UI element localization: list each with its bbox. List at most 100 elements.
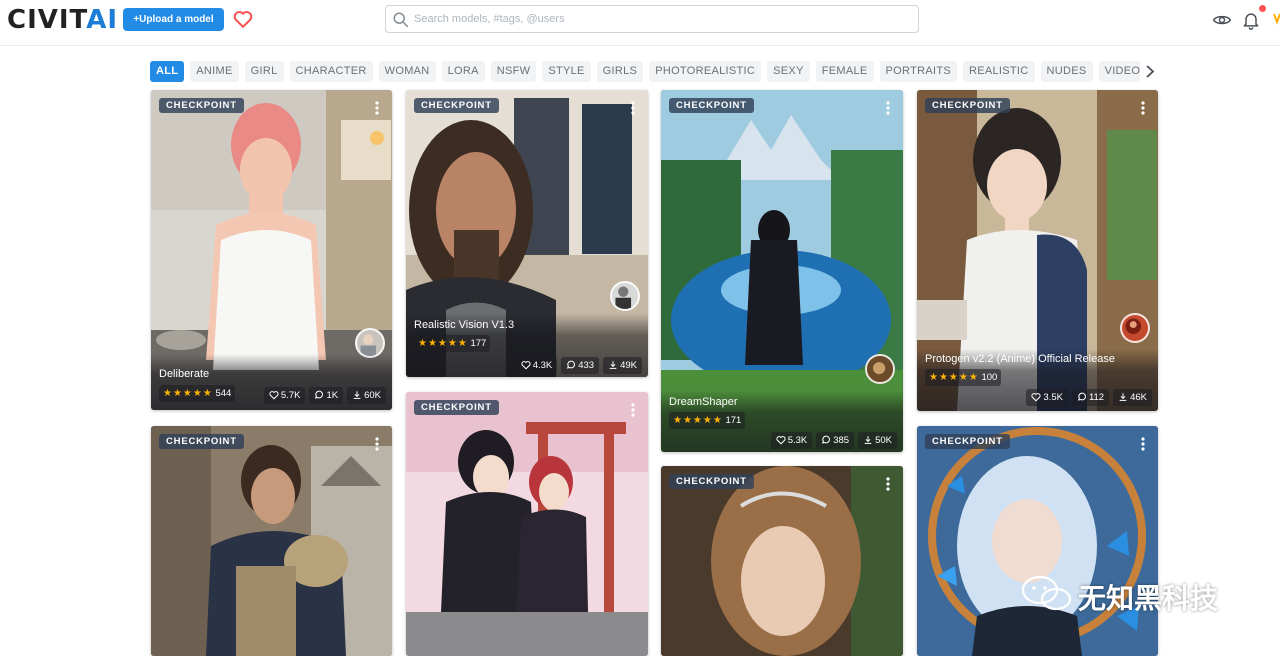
downloads-stat: 60K bbox=[347, 387, 386, 404]
wechat-icon bbox=[1021, 575, 1072, 611]
dots-vertical-icon[interactable] bbox=[370, 100, 384, 116]
tag-lora[interactable]: LORA bbox=[441, 61, 485, 82]
download-icon bbox=[609, 361, 617, 369]
likes-stat: 5.7K bbox=[263, 387, 306, 404]
tag-female[interactable]: FEMALE bbox=[815, 61, 874, 82]
comments-stat: 112 bbox=[1071, 389, 1110, 406]
civitai-logo[interactable]: CIVITAI bbox=[7, 5, 119, 35]
likes-count: 5.7K bbox=[280, 390, 301, 401]
downloads-stat: 49K bbox=[603, 357, 642, 374]
model-card-dreamshaper[interactable]: CHECKPOINT DreamShaper ★★★★★ 171 5.3K 385… bbox=[661, 90, 903, 452]
tag-photorealistic[interactable]: PHOTOREALISTIC bbox=[649, 61, 762, 82]
star-rating: ★★★★★ bbox=[929, 372, 979, 383]
download-icon bbox=[1119, 393, 1127, 401]
type-badge: CHECKPOINT bbox=[925, 434, 1010, 449]
chevron-right-icon[interactable] bbox=[1140, 61, 1160, 82]
dots-vertical-icon[interactable] bbox=[626, 402, 640, 418]
creator-avatar[interactable] bbox=[865, 354, 895, 384]
dots-vertical-icon[interactable] bbox=[881, 100, 895, 116]
dots-vertical-icon[interactable] bbox=[626, 100, 640, 116]
model-name: Realistic Vision V1.3 bbox=[414, 319, 515, 331]
likes-stat: 4.3K bbox=[515, 357, 558, 374]
like-icon bbox=[521, 361, 531, 370]
rating-count: 177 bbox=[470, 338, 487, 349]
tag-portraits[interactable]: PORTRAITS bbox=[879, 61, 957, 82]
bell-icon[interactable] bbox=[1241, 10, 1261, 30]
downloads-count: 49K bbox=[620, 360, 637, 371]
tag-realistic[interactable]: REALISTIC bbox=[962, 61, 1035, 82]
card-image bbox=[151, 426, 392, 656]
type-badge: CHECKPOINT bbox=[414, 400, 499, 415]
likes-stat: 5.3K bbox=[770, 432, 813, 449]
card-image bbox=[917, 426, 1158, 656]
comments-stat: 1K bbox=[309, 387, 344, 404]
card-image bbox=[661, 466, 903, 656]
tag-character[interactable]: CHARACTER bbox=[289, 61, 373, 82]
dots-vertical-icon[interactable] bbox=[370, 436, 384, 452]
downloads-count: 46K bbox=[1130, 392, 1147, 403]
card-image bbox=[406, 392, 648, 656]
model-card-anime-girls[interactable]: CHECKPOINT bbox=[406, 392, 648, 656]
user-menu-icon[interactable] bbox=[1272, 8, 1280, 28]
rating-badge: ★★★★★ 171 bbox=[669, 412, 746, 429]
rating-count: 171 bbox=[725, 415, 742, 426]
logo-text-ai: AI bbox=[86, 5, 119, 35]
comments-count: 112 bbox=[1088, 392, 1105, 403]
download-icon bbox=[864, 436, 872, 444]
type-badge: CHECKPOINT bbox=[159, 98, 244, 113]
download-icon bbox=[353, 391, 361, 399]
like-icon bbox=[269, 391, 279, 400]
model-card-portrait[interactable]: CHECKPOINT bbox=[661, 466, 903, 656]
heart-icon[interactable] bbox=[232, 8, 254, 30]
tag-filter-bar: ALL ANIME GIRL CHARACTER WOMAN LORA NSFW STYLE G… bbox=[150, 61, 1160, 82]
tag-all[interactable]: ALL bbox=[150, 61, 185, 82]
search-input[interactable] bbox=[414, 6, 914, 32]
comments-stat: 385 bbox=[816, 432, 855, 449]
card-stats: 3.5K 112 46K bbox=[1022, 387, 1152, 406]
card-stats: 5.3K 385 50K bbox=[767, 430, 897, 449]
tag-girl[interactable]: GIRL bbox=[244, 61, 284, 82]
tag-sexy[interactable]: SEXY bbox=[767, 61, 810, 82]
card-info: Protogen v2.2 (Anime) Official Release ★… bbox=[917, 349, 1158, 411]
notification-dot bbox=[1259, 5, 1266, 12]
star-rating: ★★★★★ bbox=[163, 388, 213, 399]
comment-icon bbox=[822, 435, 831, 444]
likes-count: 4.3K bbox=[532, 360, 553, 371]
watermark-text: 无知黑科技 bbox=[1078, 583, 1219, 614]
tag-nudes[interactable]: NUDES bbox=[1040, 61, 1093, 82]
type-badge: CHECKPOINT bbox=[414, 98, 499, 113]
likes-count: 3.5K bbox=[1043, 392, 1063, 403]
dots-vertical-icon[interactable] bbox=[1136, 436, 1150, 452]
card-info: Realistic Vision V1.3 ★★★★★ 177 4.3K 433 4… bbox=[406, 313, 648, 377]
card-info: DreamShaper ★★★★★ 171 5.3K 385 50K bbox=[661, 390, 903, 452]
downloads-stat: 46K bbox=[1113, 389, 1152, 406]
downloads-stat: 50K bbox=[858, 432, 897, 449]
comment-icon bbox=[1077, 392, 1086, 401]
model-card-knight[interactable]: CHECKPOINT bbox=[151, 426, 392, 656]
model-card-deliberate[interactable]: CHECKPOINT Deliberate ★★★★★ 544 5.7K 1K 60… bbox=[151, 90, 392, 410]
dots-vertical-icon[interactable] bbox=[881, 476, 895, 492]
downloads-count: 60K bbox=[364, 390, 381, 401]
type-badge: CHECKPOINT bbox=[925, 98, 1010, 113]
dots-vertical-icon[interactable] bbox=[1136, 100, 1150, 116]
upload-model-button[interactable]: +Upload a model bbox=[123, 8, 224, 31]
card-stats: 4.3K 433 49K bbox=[512, 355, 642, 374]
creator-avatar[interactable] bbox=[610, 281, 640, 311]
comment-icon bbox=[315, 390, 324, 399]
downloads-count: 50K bbox=[875, 435, 892, 446]
model-card-protogen[interactable]: CHECKPOINT Protogen v2.2 (Anime) Officia… bbox=[917, 90, 1158, 411]
rating-badge: ★★★★★ 100 bbox=[925, 369, 1002, 386]
star-rating: ★★★★★ bbox=[418, 338, 468, 349]
model-card-realistic-vision[interactable]: CHECKPOINT Realistic Vision V1.3 ★★★★★ 1… bbox=[406, 90, 648, 377]
card-stats: 5.7K 1K 60K bbox=[260, 385, 386, 404]
tag-girls[interactable]: GIRLS bbox=[596, 61, 644, 82]
tag-woman[interactable]: WOMAN bbox=[378, 61, 436, 82]
type-badge: CHECKPOINT bbox=[669, 98, 754, 113]
creator-avatar[interactable] bbox=[1120, 313, 1150, 343]
type-badge: CHECKPOINT bbox=[669, 474, 754, 489]
tag-nsfw[interactable]: NSFW bbox=[490, 61, 537, 82]
model-card-butterfly[interactable]: CHECKPOINT bbox=[917, 426, 1158, 656]
tag-style[interactable]: STYLE bbox=[542, 61, 591, 82]
tag-anime[interactable]: ANIME bbox=[190, 61, 239, 82]
eye-icon[interactable] bbox=[1212, 10, 1232, 30]
